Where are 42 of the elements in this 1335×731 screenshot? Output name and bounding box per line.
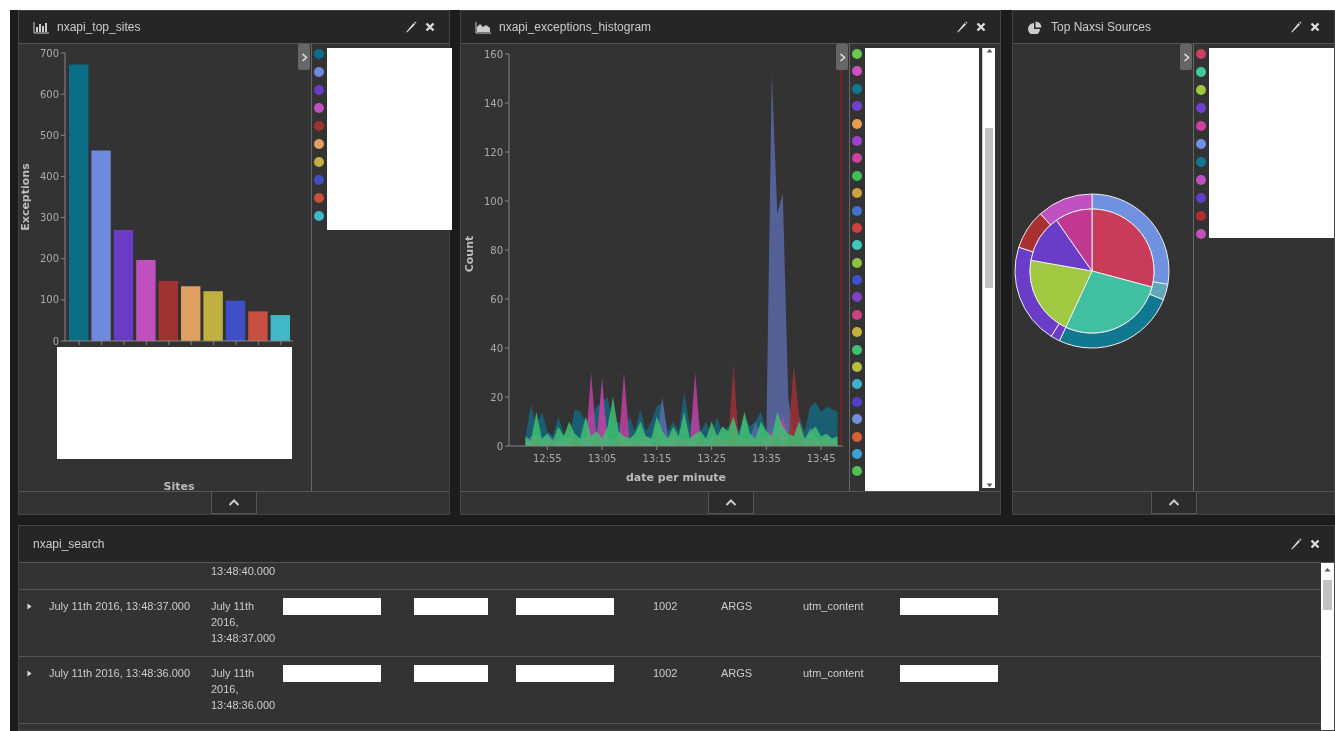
axis-tick-label: 13:15	[642, 453, 672, 464]
axis-tick-label: 13:05	[587, 453, 617, 464]
table-cell: July 11th 2016, 13:48:37.000	[211, 600, 276, 644]
axis-tick-label: 0	[496, 440, 503, 452]
table-cell: July 11th 2016, 13:48:36.000	[211, 667, 276, 711]
axis-title: Count	[463, 235, 476, 273]
axis-tick-label: 600	[39, 88, 59, 100]
table-cell: 13:48:40.000	[211, 565, 276, 577]
table-cell: July 11th 2016, 13:48:36.000	[49, 667, 191, 679]
axis-tick-label: 80	[490, 244, 503, 256]
axis-tick-label: 700	[39, 47, 59, 59]
axis-title: Exceptions	[19, 163, 32, 231]
table-cell: 1002	[653, 600, 678, 612]
table-cell: 1002	[653, 667, 678, 679]
table-cell: utm_content	[803, 600, 864, 612]
table-cell: utm_content	[803, 667, 864, 679]
axis-tick-label: 140	[483, 97, 503, 109]
table-cell: ARGS	[721, 667, 753, 679]
axis-tick-label: 500	[39, 129, 59, 141]
axis-tick-label: 160	[483, 48, 503, 60]
axis-tick-label: 200	[39, 253, 59, 265]
axis-tick-label: 100	[39, 294, 59, 306]
axis-tick-label: 400	[39, 170, 59, 182]
axis-tick-label: 60	[490, 293, 503, 305]
axis-tick-label: 40	[490, 342, 503, 354]
axis-tick-label: 13:35	[751, 453, 781, 464]
axis-tick-label: 120	[483, 146, 503, 158]
axis-tick-label: 13:45	[806, 453, 836, 464]
axis-tick-label: 20	[490, 391, 503, 403]
axis-title: date per minute	[625, 471, 727, 484]
panel-title: Top Naxsi Sources	[1051, 20, 1153, 34]
axis-tick-label: 100	[483, 195, 503, 207]
panel-title: nxapi_search	[33, 537, 106, 551]
axis-tick-label: 300	[39, 212, 59, 224]
axis-tick-label: 0	[52, 335, 59, 347]
panel-title: nxapi_exceptions_histogram	[499, 20, 653, 34]
table-cell: ARGS	[721, 600, 753, 612]
panel-title: nxapi_top_sites	[57, 20, 142, 34]
axis-tick-label: 12:55	[532, 453, 562, 464]
axis-title: Sites	[163, 480, 195, 493]
table-cell: July 11th 2016, 13:48:37.000	[49, 600, 191, 612]
axis-tick-label: 13:25	[697, 453, 726, 464]
